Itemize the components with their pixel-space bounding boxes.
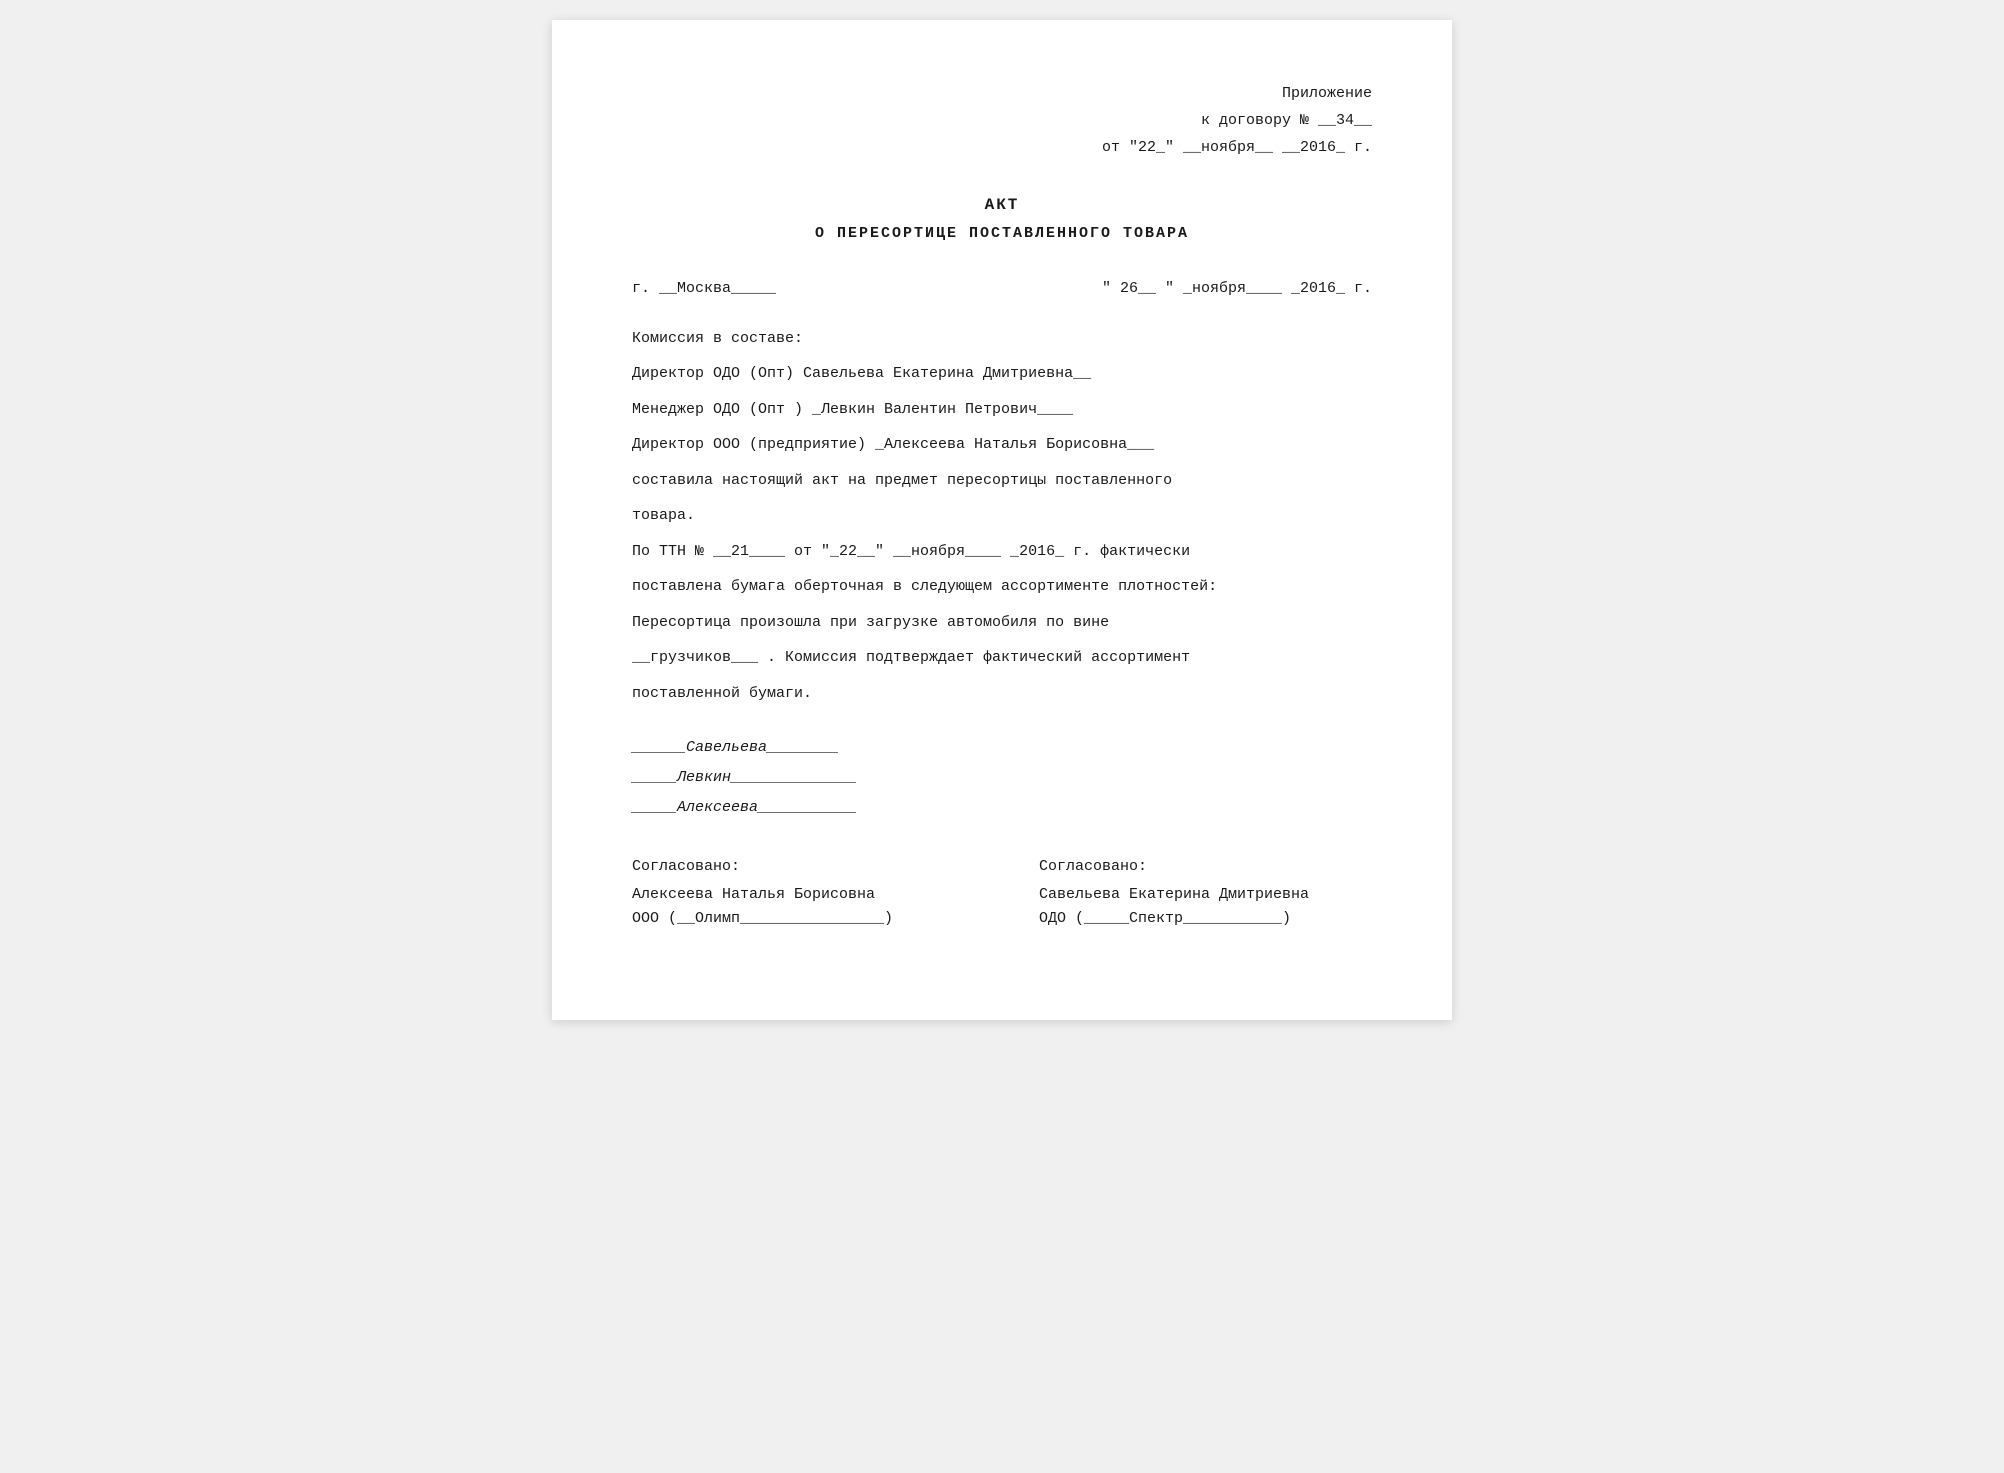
title-line1: АКТ [632,191,1372,220]
body-line6: По ТТН № __21____ от "_22__" __ноября___… [632,539,1372,565]
title-line2: О ПЕРЕСОРТИЦЕ ПОСТАВЛЕННОГО ТОВАРА [632,220,1372,247]
body-line2: Менеджер ОДО (Опт ) _Левкин Валентин Пет… [632,397,1372,423]
agreement-left-org: ООО (__Олимп________________) [632,907,965,931]
city-date-row: г. __Москва_____ " 26__ " _ноября____ _2… [632,277,1372,301]
agreement-right: Согласовано: Савельева Екатерина Дмитрие… [1039,855,1372,931]
header-line1: Приложение [632,80,1372,107]
body-line3: Директор ООО (предприятие) _Алексеева На… [632,432,1372,458]
signature-3: _____Алексеева___________ [632,796,1372,820]
body-line5: товара. [632,503,1372,529]
agreement-right-name: Савельева Екатерина Дмитриевна [1039,883,1372,907]
body-line4: составила настоящий акт на предмет перес… [632,468,1372,494]
agreement-left: Согласовано: Алексеева Наталья Борисовна… [632,855,965,931]
header-line3: от "22_" __ноября__ __2016_ г. [632,134,1372,161]
agreement-right-org: ОДО (_____Спектр___________) [1039,907,1372,931]
signature-1: ______Савельева________ [632,736,1372,760]
agreement-left-label: Согласовано: [632,855,965,879]
city: г. __Москва_____ [632,277,776,301]
signatures-section: ______Савельева________ _____Левкин_____… [632,736,1372,820]
date: " 26__ " _ноября____ _2016_ г. [1102,277,1372,301]
agreement-section: Согласовано: Алексеева Наталья Борисовна… [632,855,1372,931]
body-line9: __грузчиков___ . Комиссия подтверждает ф… [632,645,1372,671]
commission-intro: Комиссия в составе: [632,326,1372,352]
body-line10: поставленной бумаги. [632,681,1372,707]
signature-2: _____Левкин______________ [632,766,1372,790]
agreement-left-name: Алексеева Наталья Борисовна [632,883,965,907]
body-line8: Пересортица произошла при загрузке автом… [632,610,1372,636]
document-page: Приложение к договору № __34__ от "22_" … [552,20,1452,1020]
agreement-right-label: Согласовано: [1039,855,1372,879]
body-line7: поставлена бумага оберточная в следующем… [632,574,1372,600]
body-line1: Директор ОДО (Опт) Савельева Екатерина Д… [632,361,1372,387]
title-section: АКТ О ПЕРЕСОРТИЦЕ ПОСТАВЛЕННОГО ТОВАРА [632,191,1372,247]
header-section: Приложение к договору № __34__ от "22_" … [632,80,1372,161]
header-line2: к договору № __34__ [632,107,1372,134]
